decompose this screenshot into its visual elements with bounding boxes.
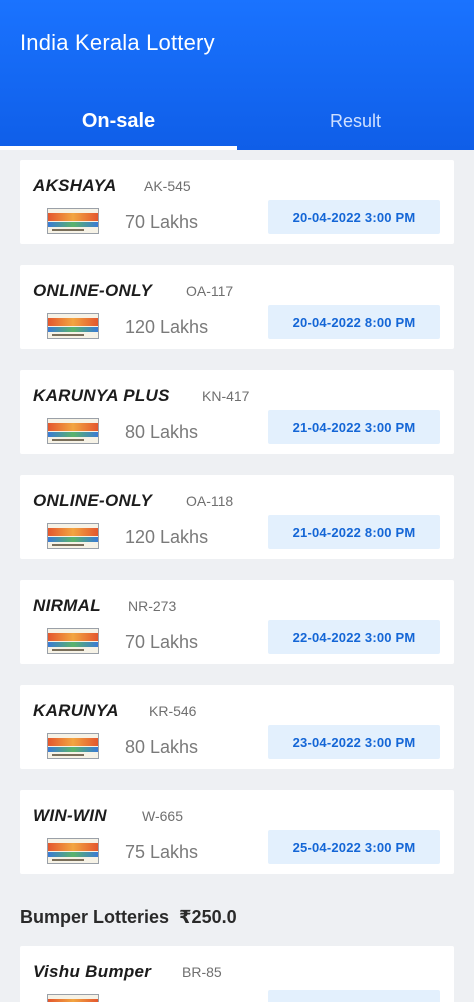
lottery-ticket-icon (47, 838, 99, 864)
lottery-card[interactable]: AKSHAYA AK-545 70 Lakhs 20-04-2022 3:00 … (20, 160, 454, 244)
lottery-name: ONLINE-ONLY (33, 491, 153, 510)
lottery-code: KN-417 (202, 388, 250, 404)
lottery-name: Vishu Bumper (33, 962, 152, 981)
draw-date-badge: 20-04-2022 3:00 PM (268, 200, 440, 234)
lottery-ticket-icon (47, 628, 99, 654)
prize-amount: 70 Lakhs (125, 212, 199, 232)
lottery-card[interactable]: WIN-WIN W-665 75 Lakhs 25-04-2022 3:00 P… (20, 790, 454, 874)
lottery-name: KARUNYA PLUS (33, 386, 170, 405)
lottery-code: BR-85 (182, 964, 222, 980)
lottery-name: KARUNYA (33, 701, 119, 720)
lottery-code: W-665 (142, 808, 183, 824)
lottery-ticket-icon (47, 208, 99, 234)
draw-date-badge: 25-04-2022 3:00 PM (268, 830, 440, 864)
prize-amount: 80 Lakhs (125, 422, 199, 442)
draw-date-badge: 21-04-2022 3:00 PM (268, 410, 440, 444)
bumper-section-title: Bumper Lotteries ₹250.0 (20, 907, 237, 928)
draw-date-badge: 23-04-2022 3:00 PM (268, 725, 440, 759)
app-root: India Kerala Lottery On-sale Result AKSH… (0, 0, 474, 1002)
lottery-card[interactable]: ONLINE-ONLY OA-117 120 Lakhs 20-04-2022 … (20, 265, 454, 349)
draw-date-badge: 20-04-2022 8:00 PM (268, 305, 440, 339)
app-header: India Kerala Lottery On-sale Result (0, 0, 474, 150)
draw-date-badge: 21-04-2022 8:00 PM (268, 515, 440, 549)
lottery-name: WIN-WIN (33, 806, 107, 825)
lottery-ticket-icon (47, 994, 99, 1002)
prize-amount: 70 Lakhs (125, 632, 199, 652)
lottery-card[interactable]: KARUNYA PLUS KN-417 80 Lakhs 21-04-2022 … (20, 370, 454, 454)
prize-amount: 80 Lakhs (125, 737, 199, 757)
lottery-name: NIRMAL (33, 596, 101, 615)
lottery-ticket-icon (47, 313, 99, 339)
lottery-code: AK-545 (144, 178, 191, 194)
lottery-card[interactable]: NIRMAL NR-273 70 Lakhs 22-04-2022 3:00 P… (20, 580, 454, 664)
lottery-code: NR-273 (128, 598, 177, 614)
prize-amount: 75 Lakhs (125, 842, 199, 862)
lottery-code: OA-117 (186, 283, 234, 299)
bumper-title: Bumper Lotteries (20, 907, 170, 927)
tab-result[interactable]: Result (237, 92, 474, 150)
draw-date-badge (268, 990, 440, 1002)
tab-bar: On-sale Result (0, 92, 474, 150)
prize-amount: 120 Lakhs (125, 527, 209, 547)
lottery-ticket-icon (47, 523, 99, 549)
lottery-ticket-icon (47, 418, 99, 444)
bumper-lottery-card[interactable]: Vishu Bumper BR-85 (20, 946, 454, 1002)
bumper-price: ₹250.0 (179, 907, 237, 927)
prize-amount: 120 Lakhs (125, 317, 209, 337)
draw-date-badge: 22-04-2022 3:00 PM (268, 620, 440, 654)
lottery-list: AKSHAYA AK-545 70 Lakhs 20-04-2022 3:00 … (0, 150, 474, 874)
tab-on-sale[interactable]: On-sale (0, 92, 237, 150)
lottery-code: OA-118 (186, 493, 234, 509)
lottery-card[interactable]: ONLINE-ONLY OA-118 120 Lakhs 21-04-2022 … (20, 475, 454, 559)
app-title: India Kerala Lottery (20, 30, 215, 55)
lottery-code: KR-546 (149, 703, 197, 719)
lottery-card[interactable]: KARUNYA KR-546 80 Lakhs 23-04-2022 3:00 … (20, 685, 454, 769)
lottery-name: AKSHAYA (33, 176, 117, 195)
lottery-ticket-icon (47, 733, 99, 759)
lottery-name: ONLINE-ONLY (33, 281, 153, 300)
